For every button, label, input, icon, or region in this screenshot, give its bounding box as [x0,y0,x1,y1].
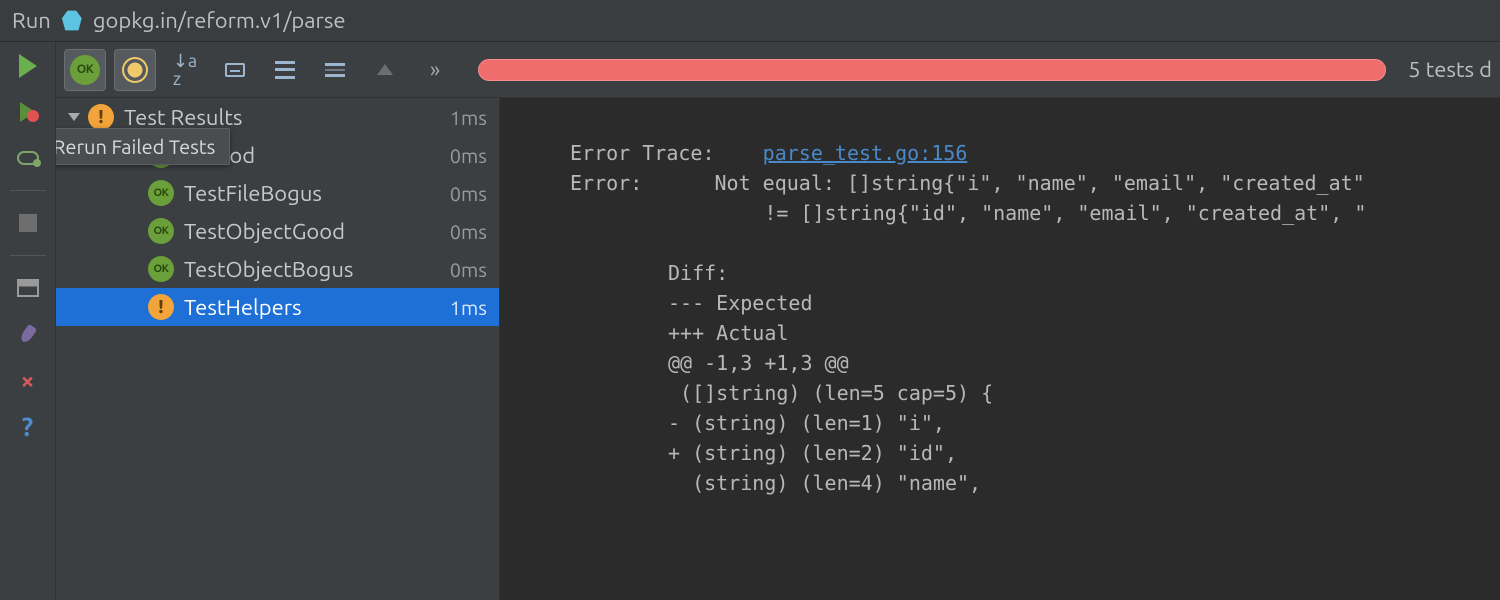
diff-plus: + (string) (len=2) "id", [570,441,957,465]
sort-icon: ↓az [173,52,197,88]
show-passed-button[interactable]: OK [64,49,106,91]
diff-label: Diff: [570,261,728,285]
warn-icon: ! [148,294,174,320]
ok-icon: OK [148,218,174,244]
error-trace-link[interactable]: parse_test.go:156 [763,141,968,165]
separator [10,190,46,191]
tree-item[interactable]: OK TestObjectBogus0ms [56,250,499,288]
left-gutter: × ? [0,42,56,600]
chevron-down-icon [68,113,80,121]
tree-item[interactable]: OK TestFileBogus0ms [56,174,499,212]
show-ignored-button[interactable] [114,49,156,91]
close-button[interactable]: × [12,364,44,396]
diff-minus: - (string) (len=1) "i", [570,411,945,435]
layout-icon [17,279,39,297]
tests-summary: 5 tests d [1408,57,1492,82]
help-button[interactable]: ? [12,410,44,442]
test-tree: Rerun Failed Tests ! Test Results 1ms OK… [56,98,500,600]
tool-window-title: Run [12,8,51,33]
tree-item-duration: 0ms [450,258,487,281]
ok-badge-icon: OK [70,55,100,85]
run-config-name: gopkg.in/reform.v1/parse [93,8,346,33]
diff-ctx-2: (string) (len=4) "name", [570,471,981,495]
tree-item-label: TestFileBogus [184,181,450,206]
tree-item[interactable]: ! TestHelpers1ms [56,288,499,326]
expand-icon [275,61,295,79]
run-button[interactable] [12,50,44,82]
collapse-all-button[interactable] [314,49,356,91]
expand-all-button[interactable] [264,49,306,91]
stop-icon [19,214,37,232]
separator [10,255,46,256]
sort-duration-button[interactable] [214,49,256,91]
close-icon: × [21,367,35,394]
toggle-icon [17,151,39,165]
tree-item-label: TestObjectGood [184,219,450,244]
error-trace-label: Error Trace: [570,141,715,165]
diff-hunk: @@ -1,3 +1,3 @@ [570,351,849,375]
tree-item-duration: 0ms [450,182,487,205]
more-button[interactable]: » [414,49,456,91]
tree-root-duration: 1ms [450,106,487,129]
pin-icon [18,324,37,344]
ok-icon: OK [148,180,174,206]
pin-button[interactable] [12,318,44,350]
previous-failed-button[interactable] [364,49,406,91]
tree-item-duration: 0ms [450,144,487,167]
title-bar: Run gopkg.in/reform.v1/parse [0,0,1500,42]
tooltip: Rerun Failed Tests [56,128,230,165]
sort-duration-icon [225,63,245,77]
test-output-console[interactable]: Error Trace: parse_test.go:156 Error: No… [500,98,1500,600]
stop-button[interactable] [12,207,44,239]
warn-icon: ! [88,104,114,130]
tree-item-label: TestHelpers [184,295,450,320]
diff-actual: +++ Actual [570,321,788,345]
tree-root-label: Test Results [124,105,450,130]
ok-icon: OK [148,256,174,282]
arrow-up-icon [377,64,393,75]
error-line-1: Not equal: []string{"i", "name", "email"… [715,171,1365,195]
tree-item[interactable]: OK TestObjectGood0ms [56,212,499,250]
diff-expected: --- Expected [570,291,813,315]
tree-item-duration: 0ms [450,220,487,243]
collapse-icon [325,61,345,79]
play-failed-icon [20,102,35,122]
error-label: Error: [570,171,642,195]
tree-item-duration: 1ms [450,296,487,319]
sort-button[interactable]: ↓az [164,49,206,91]
layout-button[interactable] [12,272,44,304]
test-toolbar: OK ↓az » 5 tests d [56,42,1500,98]
test-progress-bar [478,59,1386,81]
diff-ctx-1: ([]string) (len=5 cap=5) { [570,381,993,405]
play-icon [19,54,37,78]
go-gopher-icon [61,10,83,32]
rerun-failed-button[interactable] [12,96,44,128]
help-icon: ? [22,412,33,441]
sun-icon [122,57,148,83]
chevrons-icon: » [430,57,440,82]
tree-item-label: TestObjectBogus [184,257,450,282]
error-line-2: != []string{"id", "name", "email", "crea… [570,201,1366,225]
toggle-auto-test-button[interactable] [12,142,44,174]
